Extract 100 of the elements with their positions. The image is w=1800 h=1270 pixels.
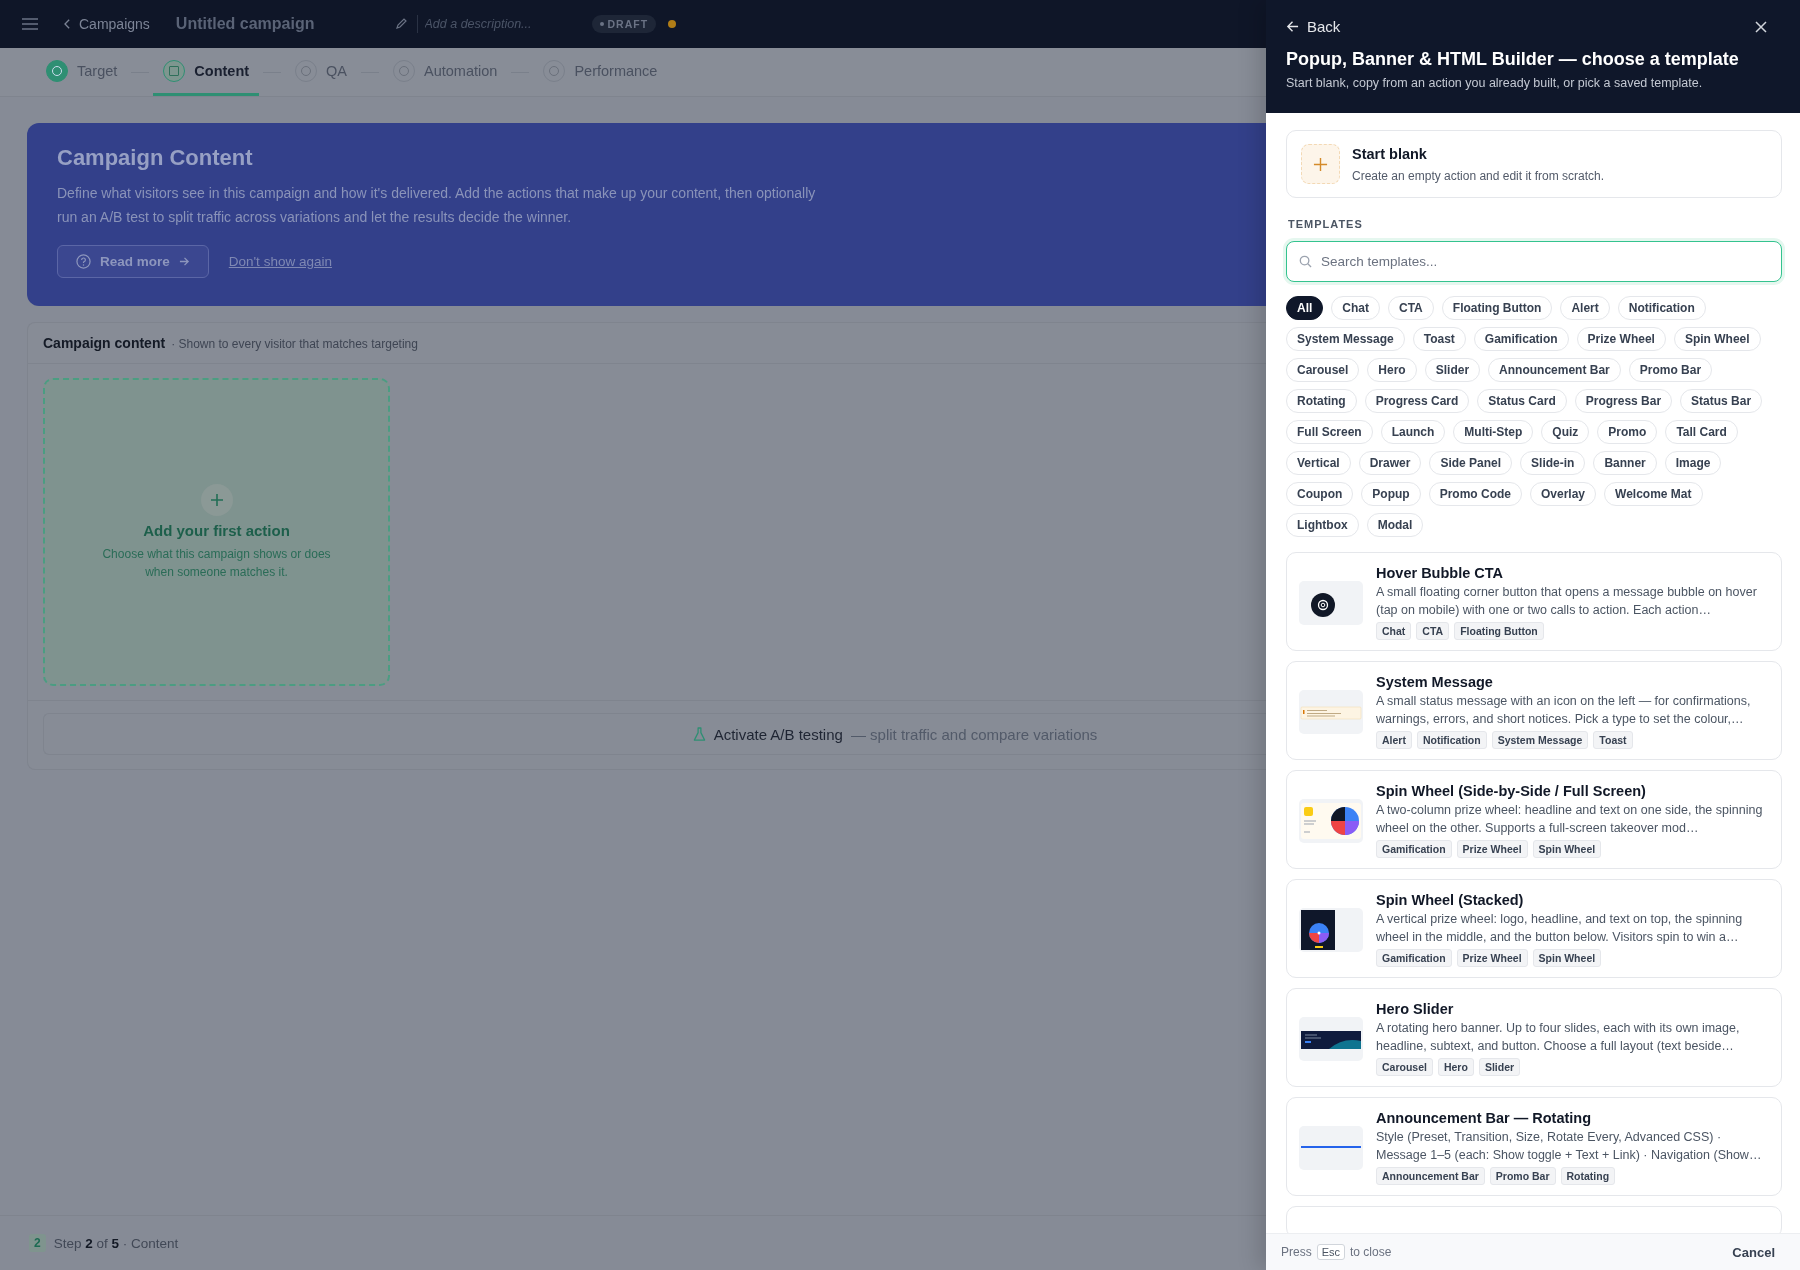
filter-chip[interactable]: Tall Card — [1665, 420, 1738, 444]
drawer-subtitle: Start blank, copy from an action you already built, or pick a saved template. — [1286, 76, 1704, 90]
flask-icon — [692, 726, 706, 742]
template-card[interactable]: Hero Slider A rotating hero banner. Up to four slides, each with its own image, headline, subtext, and button. Choose a full layout (text beside… Carousel Hero Slider — [1286, 988, 1782, 1087]
template-tag: Carousel — [1376, 1058, 1433, 1076]
footer-hint: Press — [1281, 1245, 1312, 1259]
template-tag: Prize Wheel — [1456, 840, 1528, 858]
template-tag: Rotating — [1560, 1167, 1616, 1185]
filter-chip[interactable]: Overlay — [1530, 482, 1597, 506]
filter-chip[interactable]: Vertical — [1286, 451, 1351, 475]
template-card[interactable]: Announcement Bar — Rotating Style (Preset, Transition, Size, Rotate Every, Advanced CSS) · Message 1–5 (each: Show toggle + Text + Link) · Navigation (Show… Announcement Bar Promo Bar Rotating — [1286, 1097, 1782, 1196]
filter-chip[interactable]: Promo Code — [1428, 482, 1522, 506]
filter-chip[interactable]: System Message — [1286, 327, 1405, 351]
description-field[interactable]: Add a description... — [416, 15, 582, 33]
filter-chip[interactable]: Hero — [1367, 358, 1417, 382]
template-card[interactable]: System Message A small status message with an icon on the left — for confirmations, warnings, errors, and short notices. Pick a type to set the colour,… Alert Notification System Message Toast — [1286, 661, 1782, 760]
filter-chip[interactable]: Progress Card — [1364, 389, 1470, 413]
filter-chip[interactable]: Rotating — [1286, 389, 1357, 413]
filter-chip[interactable]: Quiz — [1541, 420, 1590, 444]
filter-chip[interactable]: All — [1286, 296, 1324, 320]
filter-chip[interactable]: Launch — [1380, 420, 1446, 444]
filter-chip[interactable]: Toast — [1412, 327, 1466, 351]
filter-chip[interactable]: Modal — [1366, 513, 1424, 537]
add-action-title: Add your first action — [143, 521, 290, 539]
template-description: A two-column prize wheel: headline and text on one side, the spinning wheel on the other. Supports a full-screen takeover mod… — [1376, 802, 1764, 837]
template-thumbnail — [1299, 1016, 1363, 1061]
template-description: A vertical prize wheel: logo, headline, and text on top, the spinning wheel in the middle, and the button below. Visitors spin to win a… — [1376, 911, 1744, 946]
card-subtitle: · Shown to every visitor that matches targeting — [171, 337, 418, 351]
step-tab[interactable]: Content — [153, 48, 260, 96]
cancel-button[interactable]: Cancel — [1726, 1243, 1781, 1261]
template-title: System Message — [1376, 674, 1494, 690]
filter-chip[interactable]: CTA — [1388, 296, 1434, 320]
start-blank-title: Start blank — [1352, 145, 1428, 162]
template-description: Style (Preset, Transition, Size, Rotate Every, Advanced CSS) · Message 1–5 (each: Show toggle + Text + Link) · Navigation (Show… — [1376, 1129, 1763, 1164]
search-icon — [1299, 255, 1312, 268]
banner-title: Campaign Content — [57, 145, 254, 171]
template-tag: Floating Button — [1454, 622, 1544, 640]
filter-chip[interactable]: Announcement Bar — [1488, 358, 1621, 382]
filter-chip[interactable]: Drawer — [1358, 451, 1422, 475]
drawer-title: Popup, Banner & HTML Builder — choose a template — [1286, 49, 1740, 70]
filter-chip[interactable]: Image — [1664, 451, 1722, 475]
card-title: Campaign content — [43, 335, 166, 351]
start-blank-card[interactable]: Start blank Create an empty action and edit it from scratch. — [1286, 130, 1782, 198]
template-thumbnail — [1299, 1125, 1363, 1170]
add-action-text: Choose what this campaign shows or does when someone matches it. — [101, 545, 332, 581]
footer-hint: to close — [1350, 1245, 1392, 1259]
template-tag: Promo Bar — [1489, 1167, 1556, 1185]
filter-chip[interactable]: Floating Button — [1441, 296, 1553, 320]
template-thumbnail — [1299, 798, 1363, 843]
template-tag: CTA — [1416, 622, 1450, 640]
template-card[interactable] — [1286, 770, 1782, 869]
filter-chip[interactable]: Popup — [1361, 482, 1421, 506]
menu-icon[interactable] — [22, 18, 38, 30]
template-tag: Announcement Bar — [1376, 1167, 1485, 1185]
template-tag: System Message — [1491, 731, 1589, 749]
filter-chip[interactable]: Slide-in — [1520, 451, 1586, 475]
filter-chip[interactable]: Welcome Mat — [1604, 482, 1703, 506]
template-thumbnail — [1299, 580, 1363, 625]
close-icon[interactable] — [1755, 20, 1767, 33]
template-tag: Prize Wheel — [1456, 949, 1528, 967]
filter-chip[interactable]: Lightbox — [1286, 513, 1359, 537]
template-card[interactable]: Hover Bubble CTA A small floating corner button that opens a message bubble on hover (tap on mobile) with one or two calls to action. Each action… Chat CTA Floating Button — [1286, 552, 1782, 651]
template-card[interactable]: Spin Wheel (Stacked) A vertical prize wheel: logo, headline, and text on top, the spinning wheel in the middle, and the button below. Visitors spin to win a… Gamification Prize Wheel Spin Wheel — [1286, 879, 1782, 978]
pencil-icon[interactable] — [394, 18, 407, 30]
filter-chip[interactable]: Notification — [1617, 296, 1706, 320]
template-tag: Slider — [1478, 1058, 1521, 1076]
filter-chip[interactable]: Slider — [1424, 358, 1481, 382]
filter-chip[interactable]: Full Screen — [1286, 420, 1373, 444]
back-button[interactable]: Back — [1286, 18, 1341, 35]
filter-chip[interactable]: Status Bar — [1680, 389, 1763, 413]
template-title: Hero Slider — [1376, 1001, 1455, 1017]
filter-chip[interactable]: Side Panel — [1429, 451, 1513, 475]
status-badge: DRAFT — [591, 15, 657, 33]
filter-chip[interactable]: Coupon — [1286, 482, 1354, 506]
filter-chip[interactable]: Progress Bar — [1574, 389, 1673, 413]
template-description: A small status message with an icon on the left — for confirmations, warnings, errors, and short notices. Pick a type to set the colour,… — [1376, 693, 1752, 728]
search-field[interactable]: Search templates... — [1286, 241, 1782, 282]
filter-chip[interactable]: Multi-Step — [1453, 420, 1534, 444]
template-tag: Gamification — [1376, 949, 1452, 967]
step-progress-text: Step 2 of 5 · Content — [53, 1235, 179, 1251]
banner-text: Define what visitors see in this campaign and how it's delivered. Add the actions that make up your content, then optionally run an A/B test to split traffic across variations and let the results decide the winner. — [57, 184, 817, 227]
template-tag: Chat — [1376, 622, 1412, 640]
step-number: 2 — [29, 1234, 46, 1252]
help-icon — [76, 254, 91, 269]
filter-chip[interactable]: Spin Wheel — [1673, 327, 1761, 351]
filter-chip[interactable]: Carousel — [1286, 358, 1360, 382]
filter-chip[interactable]: Banner — [1593, 451, 1657, 475]
template-tag: Alert — [1376, 731, 1412, 749]
filter-chip[interactable]: Chat — [1331, 296, 1380, 320]
filter-chip[interactable]: Gamification — [1473, 327, 1569, 351]
filter-chip[interactable]: Promo — [1597, 420, 1658, 444]
template-thumbnail — [1299, 689, 1363, 734]
filter-chip[interactable]: Status Card — [1477, 389, 1567, 413]
filter-chip[interactable]: Promo Bar — [1628, 358, 1713, 382]
filter-chip[interactable]: Alert — [1560, 296, 1610, 320]
template-title: Spin Wheel (Side-by-Side / Full Screen) — [1376, 783, 1647, 799]
back-link[interactable]: Campaigns — [64, 16, 150, 32]
template-tag: Spin Wheel — [1532, 949, 1602, 967]
filter-chip[interactable]: Prize Wheel — [1576, 327, 1666, 351]
template-description: A small floating corner button that opens a message bubble on hover (tap on mobile) with one or two calls to action. Each action… — [1376, 584, 1758, 619]
